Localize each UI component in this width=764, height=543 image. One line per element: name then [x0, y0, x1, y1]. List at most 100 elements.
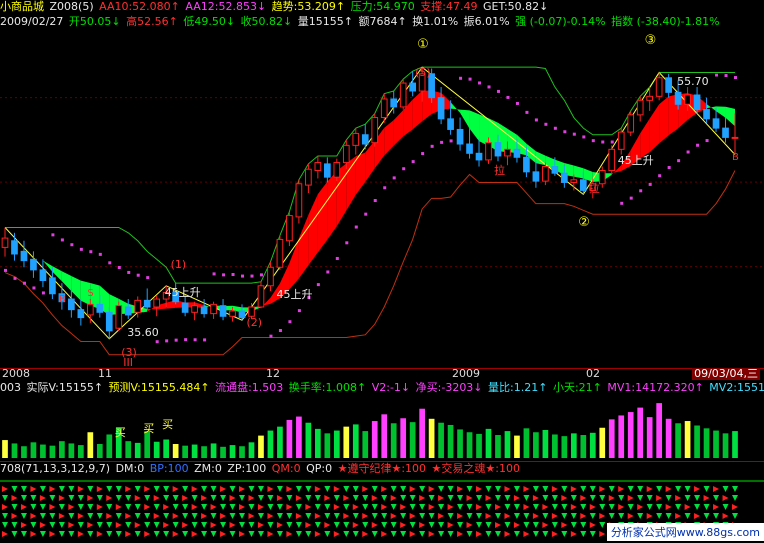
volume-bar — [78, 445, 84, 458]
wave-label-1: ① — [417, 37, 429, 52]
volume-bar — [722, 433, 729, 458]
volume-bar — [106, 434, 113, 458]
indicator-mark-red — [191, 504, 198, 510]
ma-ribbon-segment — [659, 96, 669, 144]
indicator-mark-green — [153, 522, 160, 528]
indicator-mark-red — [39, 522, 46, 528]
indicator-mark-red — [125, 531, 132, 537]
indicator-mark-green — [96, 513, 103, 519]
indicator-mark-red — [513, 495, 520, 501]
indicator-mark-green — [466, 531, 473, 537]
indicator-mark-green — [381, 495, 388, 501]
volume-bar — [476, 433, 482, 458]
sar-dot — [525, 110, 529, 114]
indicator-mark-green — [87, 531, 94, 537]
indicator-mark-red — [580, 495, 587, 501]
volume-bar — [59, 441, 65, 458]
indicator-mark-green — [267, 522, 274, 528]
sar-dot — [98, 252, 102, 256]
indicator-mark-green — [248, 504, 255, 510]
volume-bar — [665, 418, 672, 458]
indicator-mark-red — [694, 486, 701, 492]
high-price-label: 55.70 — [677, 75, 709, 88]
indicator-mark-red — [333, 486, 340, 492]
indicator-mark-green — [77, 504, 84, 510]
indicator-header: 708(71,13,3,12,9,7) DM:0 BP:100 ZM:0 ZP:… — [0, 462, 522, 476]
indicator-mark-green — [68, 495, 75, 501]
indicator-mark-green — [608, 504, 615, 510]
volume-bar — [523, 428, 530, 458]
indicator-mark-red — [20, 522, 27, 528]
indicator-mark-red — [30, 531, 37, 537]
indicator-mark-green — [191, 495, 198, 501]
ma-ribbon-segment — [649, 104, 660, 153]
indicator-mark-green — [466, 486, 473, 492]
indicator-mark-red — [504, 531, 511, 537]
sar-dot — [165, 339, 169, 343]
indicator-mark-green — [485, 522, 492, 528]
candle-body — [1, 237, 9, 248]
candle-body — [542, 166, 549, 182]
indicator-mark-green — [229, 504, 236, 510]
indicator-mark-red — [589, 522, 596, 528]
volume-bar — [144, 431, 151, 458]
indicator-mark-red — [153, 495, 160, 501]
sar-dot — [496, 89, 500, 93]
indicator-mark-green — [276, 486, 283, 492]
indicator-mark-green — [428, 495, 435, 501]
indicator-mark-green — [485, 486, 492, 492]
indicator-mark-green — [11, 486, 18, 492]
volume-chart[interactable]: 买买买 — [0, 396, 764, 460]
vol-mv1: MV1:14172.320↑ — [607, 381, 704, 394]
indicator-mark-green — [295, 504, 302, 510]
indicator-mark-red — [267, 513, 274, 519]
candle-body — [485, 142, 492, 161]
indicator-mark-red — [675, 513, 682, 519]
indicator-mark-green — [286, 495, 293, 501]
indicator-mark-red — [599, 513, 606, 519]
indicator-mark-green — [589, 486, 596, 492]
candle-body — [627, 114, 635, 133]
indicator-mark-red — [2, 486, 8, 492]
trend-value: 趋势:53.209↑ — [271, 0, 346, 13]
candle-body — [722, 127, 729, 138]
indicator-mark-green — [352, 531, 359, 537]
indicator-mark-green — [589, 531, 596, 537]
indicator-mark-green — [58, 504, 65, 510]
indicator-mark-green — [87, 513, 94, 519]
indicator-mark-green — [352, 513, 359, 519]
indicator-mark-red — [286, 531, 293, 537]
indicator-mark-green — [324, 531, 331, 537]
sar-dot — [155, 340, 159, 344]
indicator-mark-green — [125, 504, 132, 510]
indicator-mark-red — [314, 513, 321, 519]
sar-dot — [316, 283, 320, 287]
indicator-mark-red — [163, 504, 170, 510]
date-label-2009: 2009 — [452, 367, 480, 380]
resistance-line — [5, 66, 735, 284]
candle-body — [257, 285, 265, 308]
indicator-mark-green — [447, 513, 454, 519]
sar-dot — [620, 201, 624, 205]
indicator-mark-green — [248, 486, 255, 492]
indicator-mark-green — [551, 522, 558, 528]
sar-dot — [364, 212, 368, 216]
indicator-mark-green — [276, 513, 283, 519]
current-date-label: 09/03/04,三 — [692, 367, 760, 380]
indicator-mark-red — [438, 513, 445, 519]
indicator-mark-green — [257, 495, 264, 501]
candle-body — [96, 303, 104, 313]
indicator-mark-green — [295, 531, 302, 537]
volume-bar — [409, 422, 416, 458]
volume-bar — [618, 415, 625, 458]
sar-dot — [32, 286, 36, 290]
indicator-mark-red — [30, 486, 37, 492]
candle-body — [276, 238, 284, 268]
indicator-mark-red — [106, 495, 113, 501]
main-price-chart[interactable]: ① ③②(5)(1)(2)(3)III55.7035.6045上升 45上升45上升… — [0, 30, 764, 368]
ma-ribbon-segment — [289, 238, 299, 290]
sar-dot — [250, 274, 254, 278]
indicator-mark-green — [144, 522, 151, 528]
indicator-mark-red — [96, 486, 103, 492]
indicator-mark-green — [476, 495, 483, 501]
